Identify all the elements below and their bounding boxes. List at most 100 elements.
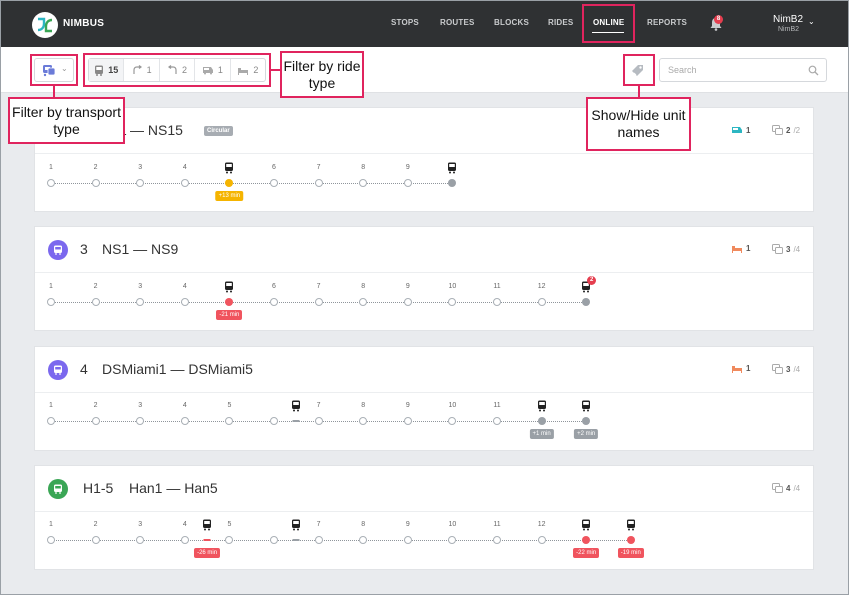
ride-type-stat: 1: [731, 364, 750, 373]
bus-icon[interactable]: [223, 280, 235, 293]
route-card-header: H1-5 Han1 — Han5 4/4: [35, 466, 813, 512]
route-name: Han1 — Han5: [129, 480, 218, 496]
bus-icon[interactable]: [446, 161, 458, 174]
stop-marker[interactable]: [180, 298, 189, 306]
stop-marker[interactable]: [493, 536, 501, 544]
stop-marker[interactable]: [448, 536, 457, 544]
stop-marker[interactable]: [270, 536, 278, 544]
online-tab-highlight: [582, 4, 635, 43]
search-icon[interactable]: [808, 65, 819, 76]
stop-marker[interactable]: [136, 536, 145, 544]
units-total: /4: [793, 364, 801, 374]
bus-icon[interactable]: [290, 518, 302, 531]
route-card[interactable]: 1 — NS15 Circular 1 2/2: [34, 107, 814, 212]
stop-marker[interactable]: [91, 417, 100, 425]
bus-icon[interactable]: [201, 518, 213, 531]
stop-marker[interactable]: [626, 536, 635, 544]
stop-marker[interactable]: [403, 417, 412, 425]
stop-marker[interactable]: [47, 298, 55, 306]
stop-marker[interactable]: [180, 536, 189, 544]
stop-marker[interactable]: [91, 536, 100, 544]
stop-marker[interactable]: [448, 179, 457, 187]
ride-type-stat: 1: [731, 244, 750, 253]
stop-marker[interactable]: [314, 298, 323, 306]
delay-badge: -19 min: [617, 548, 644, 558]
bus-icon[interactable]: [580, 399, 592, 412]
stop-marker[interactable]: [314, 179, 323, 187]
stop-number: 11: [493, 283, 501, 290]
stop-marker[interactable]: [136, 298, 145, 306]
stop-number: 7: [316, 164, 321, 171]
stop-marker[interactable]: [47, 417, 55, 425]
stop-marker[interactable]: [270, 298, 278, 306]
stop-marker[interactable]: [270, 179, 278, 187]
stop-number: 11: [493, 402, 501, 409]
stop-marker[interactable]: [359, 179, 368, 187]
stop-marker[interactable]: [91, 298, 100, 306]
bus-icon[interactable]: [290, 399, 302, 412]
stop-marker[interactable]: [448, 417, 457, 425]
nav-blocks[interactable]: BLOCKS: [494, 18, 529, 27]
stop-marker[interactable]: [314, 417, 323, 425]
stop-marker[interactable]: [403, 298, 412, 306]
stop-marker[interactable]: [314, 536, 323, 544]
route-card[interactable]: 4 DSMiami1 — DSMiami5 1 3/4: [34, 346, 814, 451]
user-name[interactable]: NimB2: [773, 14, 803, 25]
stop-marker[interactable]: [403, 536, 412, 544]
stop-marker[interactable]: [403, 179, 412, 187]
stop-marker[interactable]: [582, 417, 591, 425]
stop-marker[interactable]: [225, 298, 234, 306]
stop-number: 1: [49, 521, 53, 528]
stop-marker[interactable]: [582, 536, 591, 544]
units-total: /4: [793, 483, 801, 493]
stop-marker[interactable]: [448, 298, 457, 306]
stop-marker[interactable]: [493, 298, 501, 306]
stop-marker[interactable]: [582, 298, 591, 306]
stop-marker[interactable]: [225, 179, 234, 187]
bus-icon[interactable]: [580, 518, 592, 531]
stop-marker[interactable]: [180, 179, 189, 187]
stop-number: 2: [93, 283, 98, 290]
bus-icon[interactable]: [625, 518, 637, 531]
stop-marker[interactable]: [136, 417, 145, 425]
stop-number: 9: [405, 164, 410, 171]
stop-marker[interactable]: [180, 417, 189, 425]
stop-marker[interactable]: [537, 417, 546, 425]
stop-marker[interactable]: [225, 417, 234, 425]
stop-marker[interactable]: [270, 417, 278, 425]
delay-badge: -22 min: [573, 548, 600, 558]
stop-marker[interactable]: [91, 179, 100, 187]
callout-connector: [53, 86, 55, 97]
user-subtitle: NimB2: [778, 26, 800, 33]
chevron-down-icon[interactable]: ⌄: [808, 17, 815, 26]
nav-reports[interactable]: REPORTS: [647, 18, 687, 27]
search-input[interactable]: Search: [668, 65, 697, 75]
stop-number: 1: [49, 283, 53, 290]
bus-icon: [54, 365, 62, 375]
stop-marker[interactable]: [47, 179, 55, 187]
stop-marker[interactable]: [537, 298, 546, 306]
units-total: /2: [793, 125, 801, 135]
route-card[interactable]: 3 NS1 — NS9 1 3/4: [34, 226, 814, 331]
stop-marker[interactable]: [359, 417, 368, 425]
stop-number: 9: [405, 521, 410, 528]
route-name: DSMiami1 — DSMiami5: [102, 361, 253, 377]
stop-marker[interactable]: [359, 536, 368, 544]
stop-marker[interactable]: [225, 536, 234, 544]
stop-number: 6: [272, 164, 276, 171]
stop-marker[interactable]: [493, 417, 501, 425]
bus-icon: [54, 484, 62, 494]
bus-icon[interactable]: [536, 399, 548, 412]
bus-icon[interactable]: [223, 161, 235, 174]
route-card[interactable]: H1-5 Han1 — Han5 4/4: [34, 465, 814, 570]
stop-marker[interactable]: [537, 536, 546, 544]
nav-routes[interactable]: ROUTES: [440, 18, 475, 27]
stop-marker[interactable]: [47, 536, 55, 544]
nav-stops[interactable]: STOPS: [391, 18, 419, 27]
stop-marker[interactable]: [359, 298, 368, 306]
nav-rides[interactable]: RIDES: [548, 18, 573, 27]
search-box[interactable]: Search: [659, 58, 827, 82]
stop-number: 5: [227, 521, 232, 528]
stop-number: 8: [361, 521, 366, 528]
stop-marker[interactable]: [136, 179, 145, 187]
